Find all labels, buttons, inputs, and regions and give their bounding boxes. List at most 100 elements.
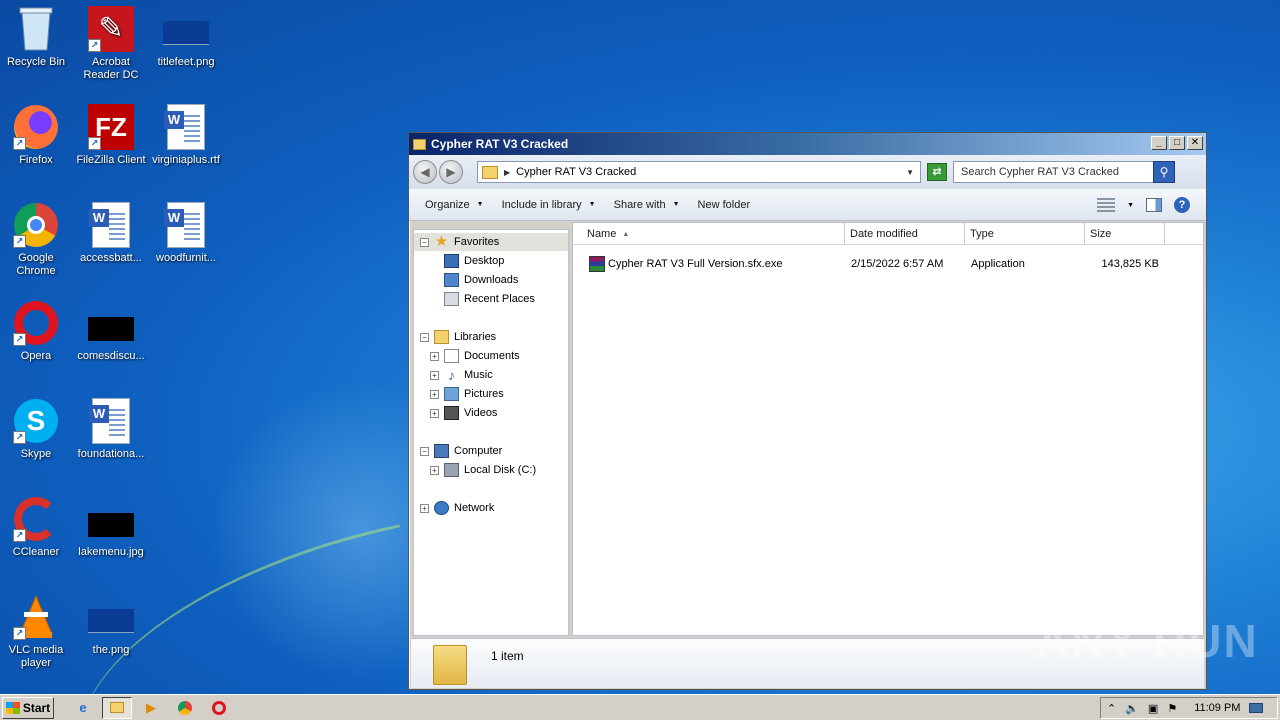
winrar-sfx-icon: [589, 256, 605, 272]
preview-pane-icon[interactable]: [1146, 198, 1162, 212]
expand-toggle[interactable]: +: [430, 370, 439, 380]
desktop-icon-vlc[interactable]: ↗ VLC media player: [0, 594, 74, 670]
help-icon[interactable]: ?: [1174, 197, 1190, 213]
expand-toggle[interactable]: +: [430, 408, 439, 418]
shortcut-arrow-icon: ↗: [88, 39, 101, 52]
start-button[interactable]: Start: [2, 696, 54, 719]
watermark-text: ANY RUN: [1036, 615, 1259, 667]
folder-icon: [413, 138, 426, 150]
navigation-pane[interactable]: − ★ Favorites Desktop Downloads Recent P…: [413, 229, 569, 636]
system-tray: ⌃ 🔈 ▣ ⚑ 11:09 PM: [1100, 697, 1278, 719]
desktop-icon-chrome[interactable]: ↗ Google Chrome: [0, 202, 74, 278]
desktop-icon-virginiaplus[interactable]: W virginiaplus.rtf: [148, 104, 224, 167]
desktop-icon-comesdiscu[interactable]: comesdiscu...: [73, 300, 149, 363]
file-list[interactable]: Name ▲ Date modified Type Size Cypher RA…: [572, 222, 1204, 636]
tree-item-recent-places[interactable]: Recent Places: [444, 290, 535, 308]
expand-toggle[interactable]: +: [430, 389, 439, 399]
tree-item-favorites[interactable]: − ★ Favorites: [414, 233, 568, 251]
desktop-icon-label: FileZilla Client: [76, 154, 146, 166]
chevron-down-icon[interactable]: ▼: [906, 168, 914, 177]
taskbar-media-player-button[interactable]: ▶: [136, 697, 166, 719]
desktop-icon-ccleaner[interactable]: ↗ CCleaner: [0, 496, 74, 559]
desktop-icon-label: titlefeet.png: [157, 56, 215, 68]
minimize-button[interactable]: _: [1151, 136, 1167, 150]
desktop-icon-firefox[interactable]: ↗ Firefox: [0, 104, 74, 167]
tree-item-videos[interactable]: + Videos: [430, 404, 497, 422]
window-titlebar[interactable]: Cypher RAT V3 Cracked _ □ ✕: [409, 133, 1206, 155]
taskbar: Start e ▶ ⌃ 🔈 ▣ ⚑ 11:09 PM: [0, 694, 1280, 720]
taskbar-ie-button[interactable]: e: [68, 697, 98, 719]
taskbar-opera-button[interactable]: [204, 697, 234, 719]
include-in-library-button[interactable]: Include in library ▼: [502, 199, 596, 211]
tree-item-computer[interactable]: − Computer: [420, 442, 502, 460]
desktop-icon-titlefeet[interactable]: titlefeet.png: [148, 6, 224, 69]
tree-item-downloads[interactable]: Downloads: [444, 271, 518, 289]
search-icon[interactable]: ⚲: [1153, 161, 1175, 183]
address-bar[interactable]: ▶ Cypher RAT V3 Cracked ▼: [477, 161, 921, 183]
desktop-icon-lakemenu[interactable]: lakemenu.jpg: [73, 496, 149, 559]
collapse-toggle[interactable]: −: [420, 332, 429, 342]
tree-item-desktop[interactable]: Desktop: [444, 252, 504, 270]
tree-item-documents[interactable]: + Documents: [430, 347, 520, 365]
collapse-toggle[interactable]: −: [420, 237, 429, 247]
desktop-icon-skype[interactable]: S ↗ Skype: [0, 398, 74, 461]
chevron-down-icon[interactable]: ▼: [1127, 202, 1134, 209]
tree-label: Local Disk (C:): [464, 464, 537, 476]
tree-label: Documents: [464, 350, 520, 362]
downloads-icon: [444, 273, 459, 287]
search-input[interactable]: Search Cypher RAT V3 Cracked ⚲: [953, 161, 1175, 183]
column-label: Date modified: [850, 228, 918, 240]
tree-item-local-disk[interactable]: + Local Disk (C:): [430, 461, 536, 479]
view-controls: ▼ ?: [1097, 197, 1190, 213]
desktop-icon-filezilla[interactable]: FZ ↗ FileZilla Client: [73, 104, 149, 167]
desktop-icon-foundationa[interactable]: W foundationa...: [73, 398, 149, 461]
column-header-type[interactable]: Type: [965, 223, 1085, 245]
forward-button[interactable]: ▶: [439, 160, 463, 184]
desktop-icon-label: Acrobat Reader DC: [83, 56, 139, 81]
close-button[interactable]: ✕: [1187, 136, 1203, 150]
breadcrumb-arrow-icon[interactable]: ▶: [504, 168, 510, 177]
tree-item-music[interactable]: + ♪ Music: [430, 366, 493, 384]
expand-toggle[interactable]: +: [430, 351, 439, 361]
tree-item-pictures[interactable]: + Pictures: [430, 385, 504, 403]
column-header-date[interactable]: Date modified: [845, 223, 965, 245]
back-button[interactable]: ◀: [413, 160, 437, 184]
action-center-flag-icon[interactable]: ⚑: [1167, 702, 1177, 715]
new-folder-button[interactable]: New folder: [698, 199, 751, 211]
documents-icon: [444, 349, 459, 363]
taskbar-chrome-button[interactable]: [170, 697, 200, 719]
clock[interactable]: 11:09 PM: [1194, 702, 1240, 714]
column-header-size[interactable]: Size: [1085, 223, 1165, 245]
opera-icon: [212, 700, 226, 715]
tree-label: Network: [454, 502, 495, 514]
explorer-window[interactable]: Cypher RAT V3 Cracked _ □ ✕ ◀ ▶ ▶ Cypher…: [408, 132, 1207, 690]
desktop-icon-opera[interactable]: ↗ Opera: [0, 300, 74, 363]
desktop-icon-the-png[interactable]: the.png: [73, 594, 149, 657]
organize-button[interactable]: Organize ▼: [425, 199, 484, 211]
desktop-icon-acrobat[interactable]: ✎ ↗ Acrobat Reader DC: [73, 6, 149, 82]
desktop-icon-label: the.png: [92, 644, 130, 656]
tree-item-libraries[interactable]: − Libraries: [420, 328, 496, 346]
network-status-icon[interactable]: ▣: [1148, 702, 1158, 715]
tree-item-network[interactable]: + Network: [420, 499, 494, 517]
expand-toggle[interactable]: +: [420, 503, 429, 513]
maximize-button[interactable]: □: [1169, 136, 1185, 150]
share-with-button[interactable]: Share with ▼: [614, 199, 680, 211]
desktop-icon-recycle-bin[interactable]: Recycle Bin: [0, 6, 74, 69]
view-options-icon[interactable]: [1097, 198, 1116, 212]
desktop-icon-label: Recycle Bin: [6, 56, 66, 68]
column-header-name[interactable]: Name ▲: [573, 223, 845, 245]
collapse-toggle[interactable]: −: [420, 446, 429, 456]
refresh-button[interactable]: ⇄: [927, 163, 947, 181]
desktop-icon-accessbatt[interactable]: W accessbatt...: [73, 202, 149, 265]
file-row[interactable]: Cypher RAT V3 Full Version.sfx.exe 2/15/…: [573, 254, 1203, 274]
desktop-icon-woodfurnit[interactable]: W woodfurnit...: [148, 202, 224, 265]
media-player-icon: ▶: [146, 699, 156, 715]
word-document-icon: W: [88, 398, 134, 444]
volume-icon[interactable]: 🔈: [1125, 702, 1139, 715]
taskbar-explorer-button[interactable]: [102, 696, 132, 719]
expand-toggle[interactable]: +: [430, 465, 439, 475]
show-desktop-icon[interactable]: [1249, 703, 1264, 713]
tray-expand-icon[interactable]: ⌃: [1107, 702, 1116, 715]
file-size: 143,825 KB: [1101, 258, 1160, 270]
